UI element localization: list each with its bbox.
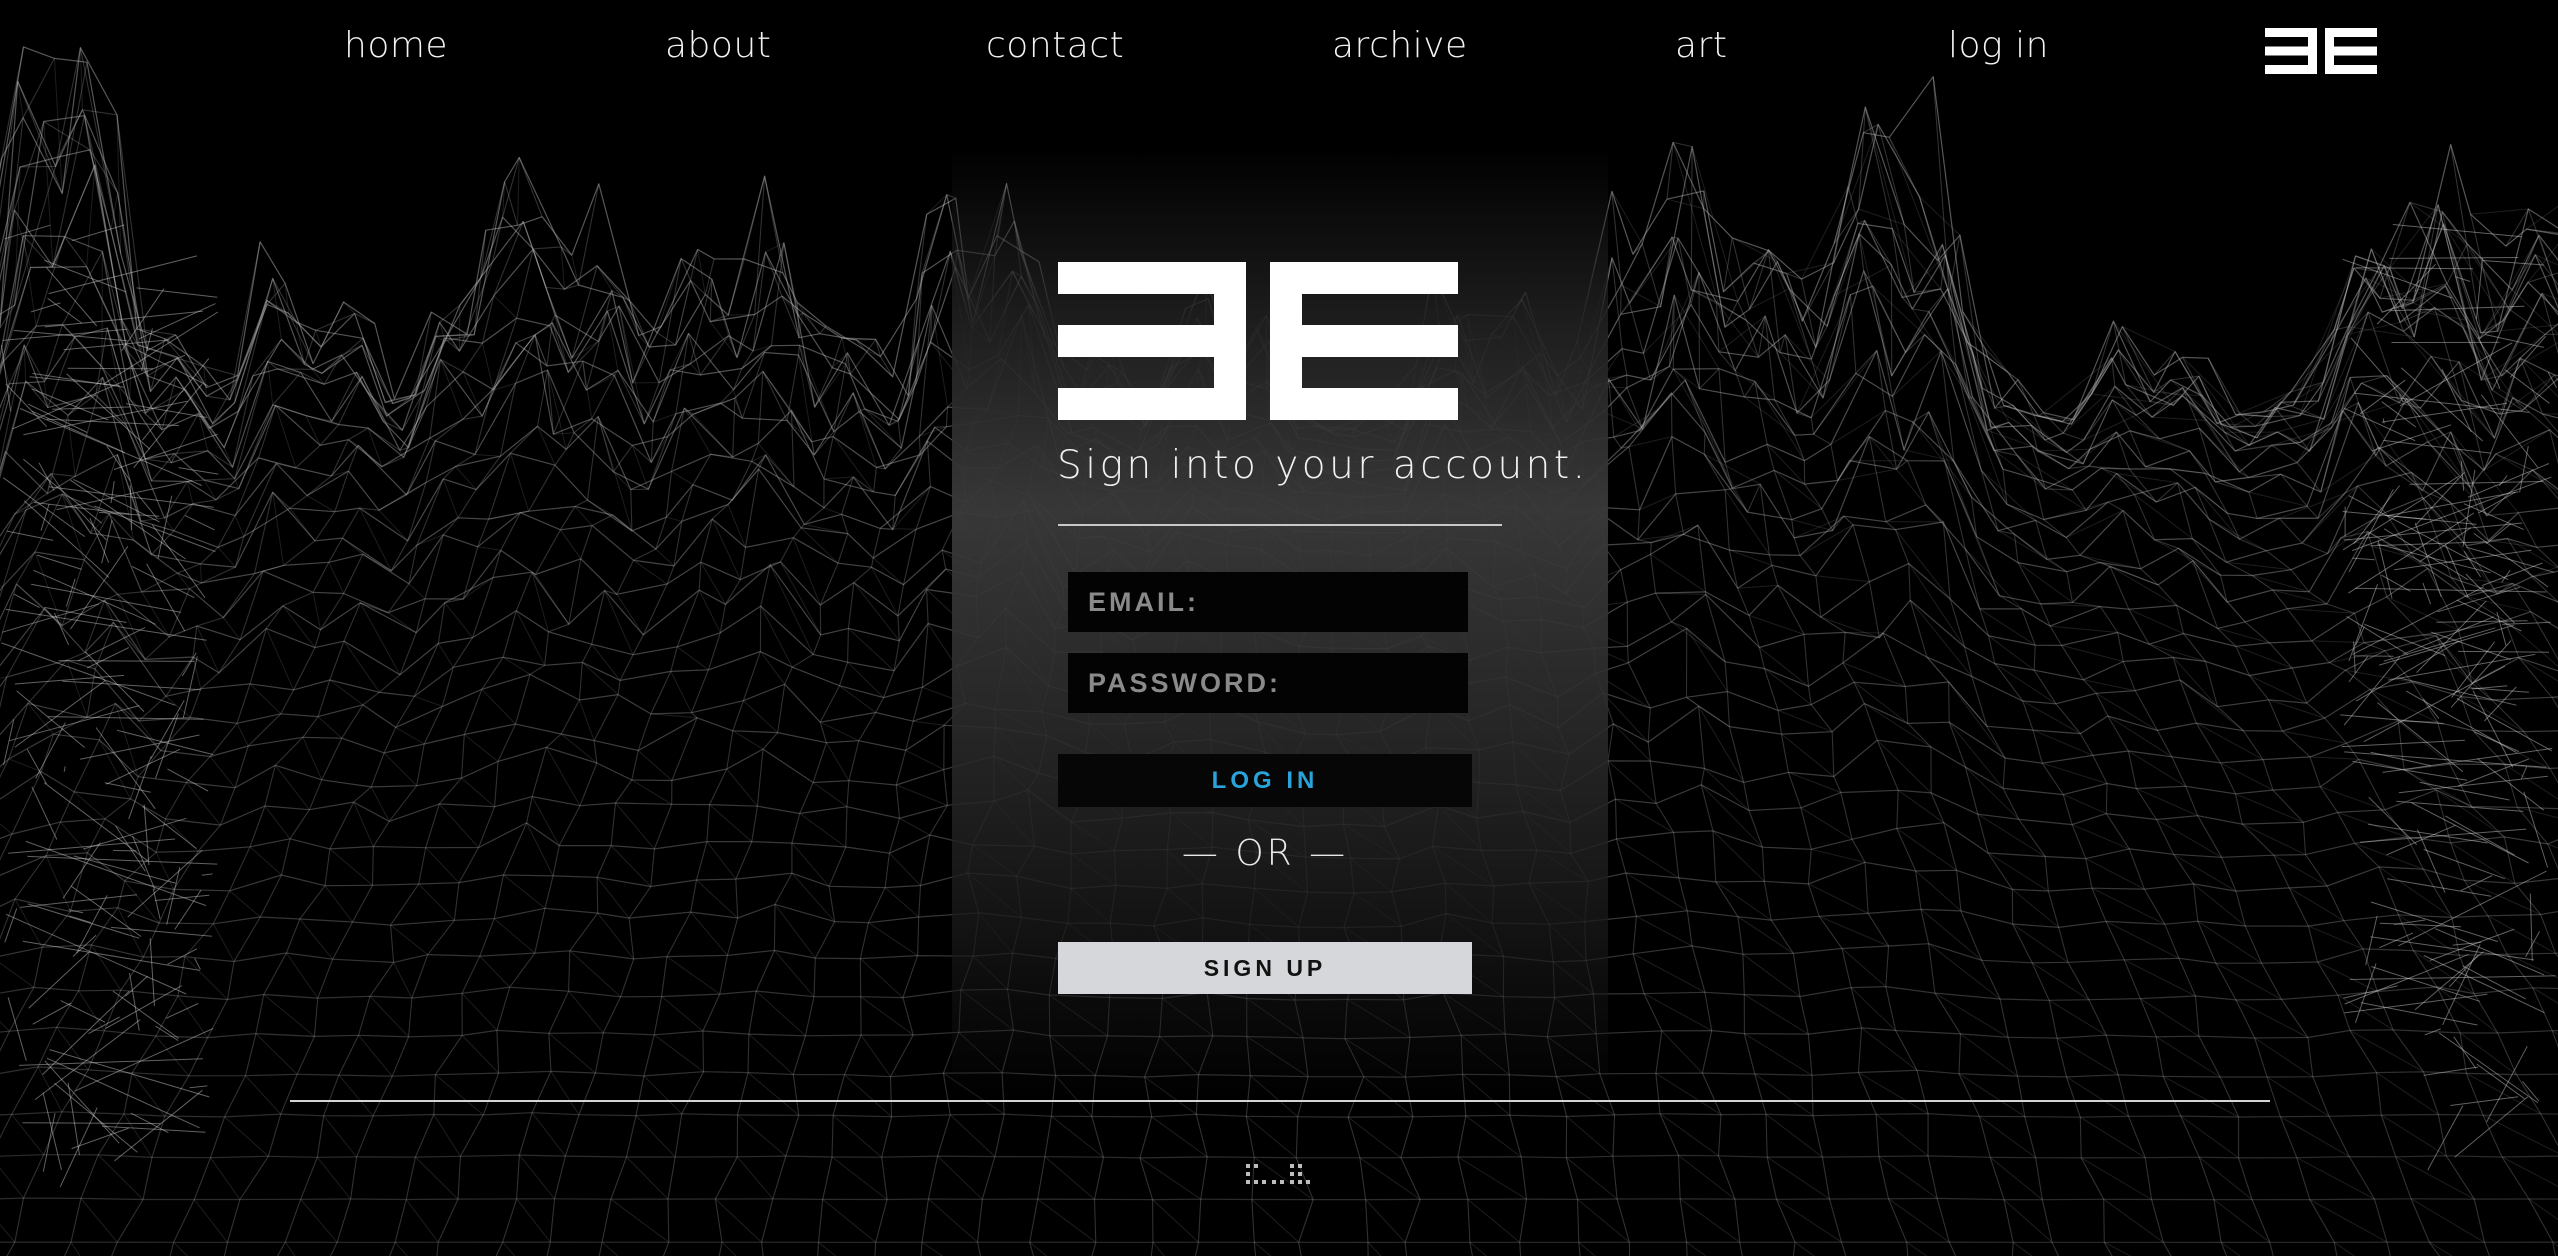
password-field[interactable] [1068, 653, 1468, 713]
nav-home[interactable]: home [344, 28, 448, 64]
footer-divider [290, 1100, 2270, 1102]
or-divider: — OR — [1181, 833, 1349, 874]
email-field[interactable] [1068, 572, 1468, 632]
sign-up-button[interactable]: SIGN UP [1058, 942, 1472, 994]
nav-art[interactable]: art [1675, 28, 1727, 64]
log-in-button[interactable]: LOG IN [1058, 754, 1472, 807]
nav-about[interactable]: about [665, 28, 771, 64]
heading-divider [1058, 524, 1502, 526]
nav-archive[interactable]: archive [1332, 28, 1468, 64]
nav-contact[interactable]: contact [986, 28, 1124, 64]
signin-heading: Sign into your account. [1057, 443, 1589, 488]
login-page: home about contact archive art log in Si… [0, 0, 2558, 1256]
3e-logo-icon[interactable] [2265, 28, 2377, 74]
dotted-mark-icon [1246, 1164, 1310, 1184]
nav-log-in[interactable]: log in [1948, 28, 2049, 64]
3e-logo-icon [1058, 262, 1458, 420]
